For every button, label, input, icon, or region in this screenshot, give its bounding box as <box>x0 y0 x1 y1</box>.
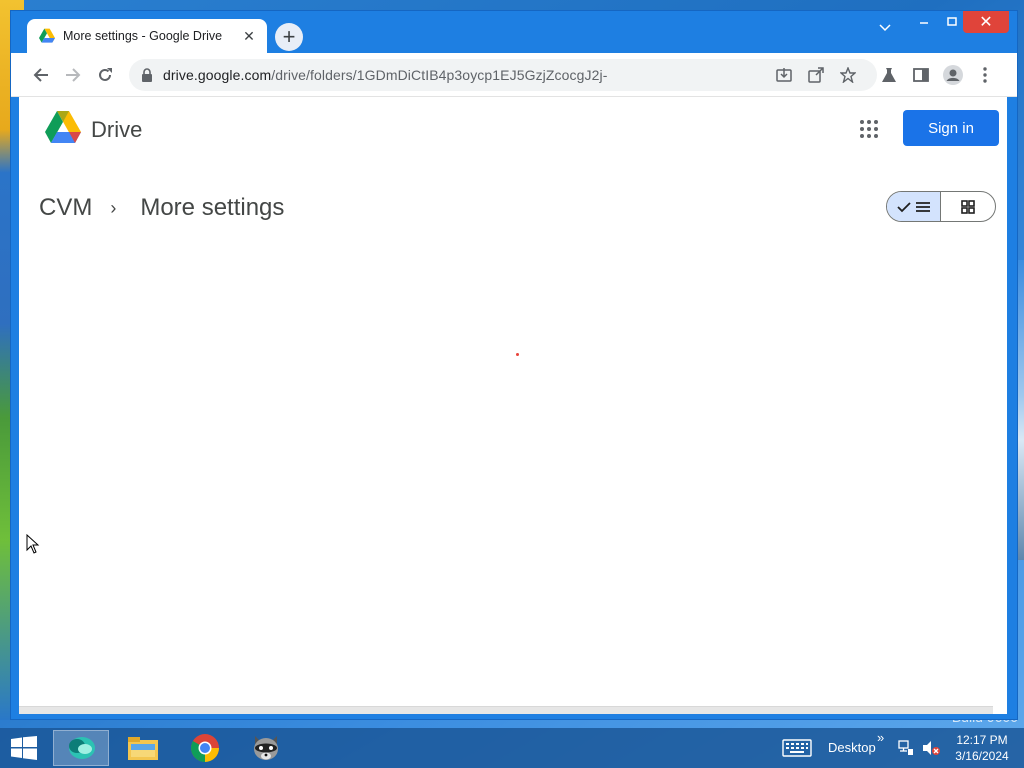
keyboard-icon[interactable] <box>782 738 812 758</box>
clock-time: 12:17 PM <box>956 733 1008 747</box>
drive-favicon <box>39 28 55 43</box>
url-text: drive.google.com/drive/folders/1GDmDiCtI… <box>163 67 607 83</box>
url-host: drive.google.com <box>163 67 272 83</box>
url-path: /drive/folders/1GDmDiCtIB4p3oycp1EJ5GzjZ… <box>271 67 608 83</box>
browser-window: More settings - Google Drive ✕ + ✕ drive… <box>10 10 1018 720</box>
taskbar-file-explorer[interactable] <box>115 730 171 766</box>
labs-icon[interactable] <box>877 63 901 87</box>
mouse-cursor-icon <box>26 534 40 554</box>
windows-start-icon[interactable] <box>0 728 48 768</box>
desktop-toolbar-label[interactable]: Desktop <box>828 740 876 755</box>
system-clock[interactable]: 12:17 PM 3/16/2024 <box>950 732 1014 764</box>
star-icon[interactable] <box>837 65 859 85</box>
volume-muted-icon[interactable] <box>922 740 940 756</box>
raccoon-app-icon <box>254 736 278 760</box>
grid-view-icon <box>961 199 975 214</box>
browser-app-icon <box>69 737 95 759</box>
list-view-icon <box>915 201 930 212</box>
reload-icon[interactable] <box>93 63 117 87</box>
taskbar-raccoon-app[interactable] <box>238 730 294 766</box>
browser-toolbar: drive.google.com/drive/folders/1GDmDiCtI… <box>11 53 1017 97</box>
install-icon[interactable] <box>773 65 795 85</box>
drive-app-name[interactable]: Drive <box>91 117 142 143</box>
sign-in-button[interactable]: Sign in <box>903 110 999 146</box>
taskbar-app-browser[interactable] <box>53 730 109 766</box>
side-panel-icon[interactable] <box>909 63 933 87</box>
list-view-button[interactable] <box>887 192 942 221</box>
forward-icon[interactable] <box>61 63 85 87</box>
browser-tab[interactable]: More settings - Google Drive ✕ <box>27 19 267 53</box>
taskbar: Desktop » 12:17 PM 3/16/2024 <box>0 728 1024 768</box>
close-icon[interactable]: ✕ <box>239 26 259 46</box>
plus-icon[interactable]: + <box>275 23 303 51</box>
profile-icon[interactable] <box>941 63 965 87</box>
share-icon[interactable] <box>805 65 827 85</box>
chrome-icon <box>191 734 219 762</box>
check-icon <box>896 201 911 212</box>
minimize-icon[interactable] <box>911 11 937 33</box>
menu-icon[interactable] <box>973 63 997 87</box>
breadcrumb-root[interactable]: CVM <box>39 194 92 222</box>
title-bar: More settings - Google Drive ✕ + ✕ <box>11 11 1017 53</box>
loading-indicator <box>516 353 519 356</box>
drive-logo-icon[interactable] <box>45 111 81 143</box>
page-content: Drive Sign in CVM › More settings <box>19 97 1007 714</box>
address-bar[interactable]: drive.google.com/drive/folders/1GDmDiCtI… <box>129 59 877 91</box>
window-close-icon[interactable]: ✕ <box>963 11 1009 33</box>
breadcrumb-current[interactable]: More settings <box>140 194 284 222</box>
horizontal-scrollbar[interactable] <box>19 706 993 714</box>
taskbar-chrome[interactable] <box>177 730 233 766</box>
tab-title: More settings - Google Drive <box>63 29 223 43</box>
lock-icon[interactable] <box>141 68 153 82</box>
maximize-icon[interactable] <box>939 11 965 33</box>
back-icon[interactable] <box>29 63 53 87</box>
clock-date: 3/16/2024 <box>955 749 1009 763</box>
network-icon[interactable] <box>898 740 914 756</box>
grid-view-button[interactable] <box>941 192 995 221</box>
tab-search-icon[interactable] <box>873 17 897 39</box>
tray-overflow-icon[interactable]: » <box>877 730 884 745</box>
drive-header: Drive Sign in <box>19 97 1007 161</box>
view-toggle <box>886 191 996 222</box>
chevron-right-icon: › <box>110 197 117 218</box>
apps-grid-icon[interactable] <box>859 119 879 139</box>
breadcrumb: CVM › More settings <box>39 193 284 223</box>
file-explorer-icon <box>128 737 158 760</box>
